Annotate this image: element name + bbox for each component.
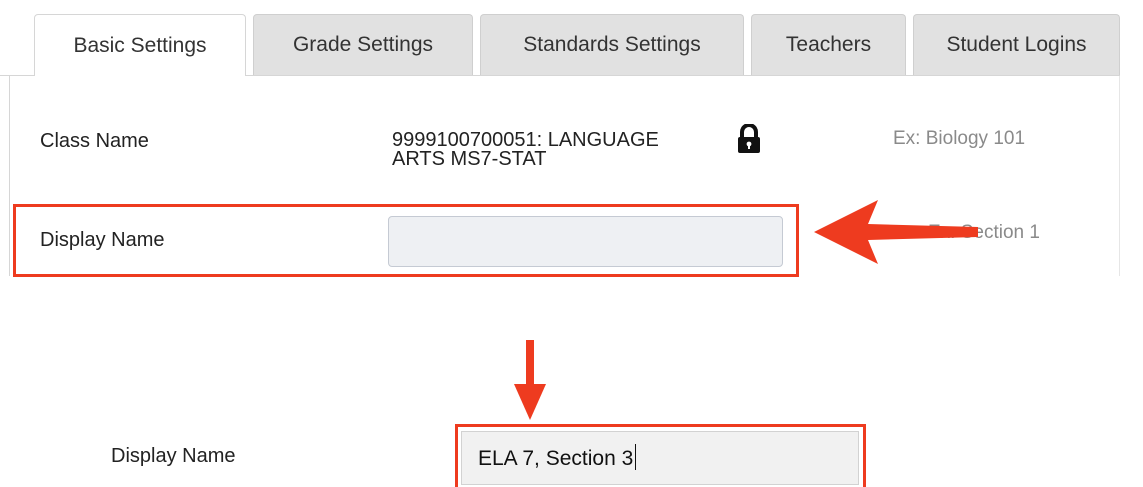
lock-icon	[738, 124, 760, 153]
settings-tabbar: Basic Settings Grade Settings Standards …	[0, 0, 1143, 76]
tab-teachers[interactable]: Teachers	[751, 14, 906, 75]
tab-student-logins[interactable]: Student Logins	[913, 14, 1120, 75]
example-display-name-label: Display Name	[111, 445, 236, 467]
tab-basic-settings[interactable]: Basic Settings	[34, 14, 246, 76]
tab-standards-settings[interactable]: Standards Settings	[480, 14, 744, 75]
class-name-value-line2: ARTS MS7-STAT	[392, 148, 547, 170]
class-name-hint: Ex: Biology 101	[893, 128, 1026, 149]
class-name-value: 9999100700051: LANGUAGE ARTS MS7-STAT	[392, 130, 712, 170]
tab-grade-settings[interactable]: Grade Settings	[253, 14, 473, 75]
arrow-down-icon	[514, 340, 546, 420]
panel-border-right	[1119, 76, 1120, 276]
example-display-name-highlight	[455, 424, 866, 487]
panel-border-left	[9, 76, 10, 276]
arrow-left-icon	[814, 200, 978, 264]
class-name-label: Class Name	[40, 130, 149, 152]
display-name-highlight	[13, 204, 799, 277]
